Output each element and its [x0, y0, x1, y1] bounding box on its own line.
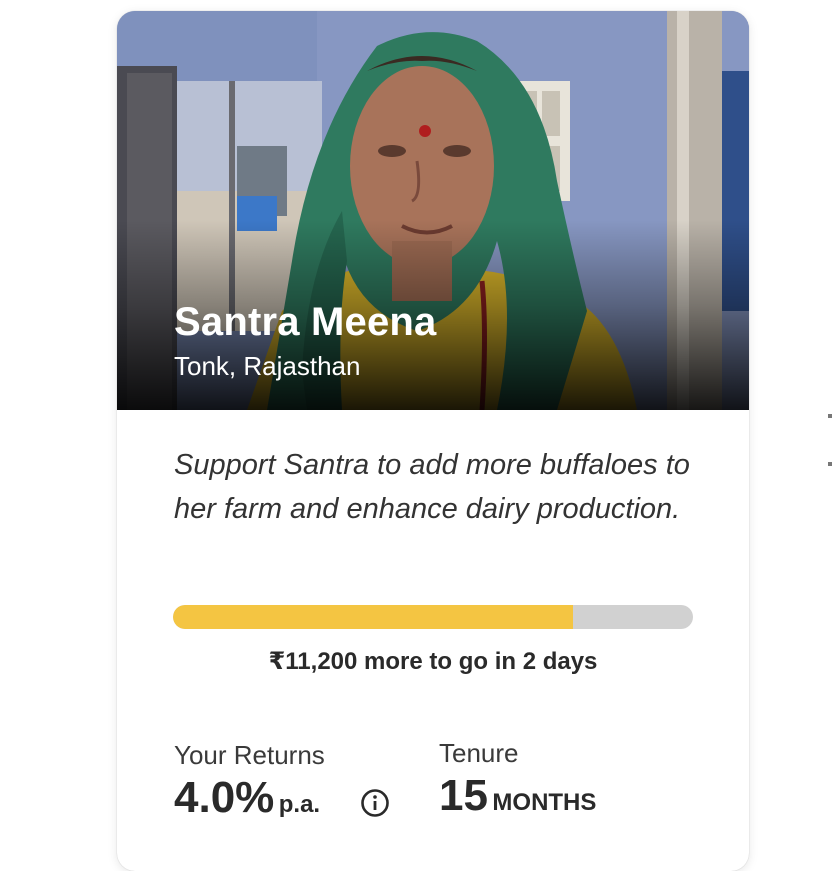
borrower-photo: Santra Meena Tonk, Rajasthan [117, 11, 749, 410]
info-circle-icon[interactable] [360, 788, 390, 818]
tenure-unit: MONTHS [492, 789, 597, 816]
funding-progress-bar [173, 605, 693, 629]
tenure-number: 15 [439, 771, 488, 820]
campaign-description: Support Santra to add more buffaloes to … [174, 449, 690, 525]
borrower-name: Santra Meena [174, 300, 437, 344]
campaign-card[interactable]: Santra Meena Tonk, Rajasthan Support San… [117, 11, 749, 871]
returns-unit: p.a. [278, 791, 321, 818]
remaining-amount-text: ₹11,200 more to go in 2 days [268, 648, 598, 675]
returns-label: Your Returns [174, 740, 325, 770]
borrower-location: Tonk, Rajasthan [174, 351, 361, 381]
offscreen-fragment [828, 414, 832, 418]
returns-percent: 4.0% [174, 773, 275, 822]
funding-progress-fill [173, 605, 574, 629]
tenure-value: 15 MONTHS [439, 771, 596, 831]
returns-value: 4.0% p.a. [174, 773, 320, 833]
tenure-label: Tenure [439, 738, 519, 768]
offscreen-fragment [828, 462, 832, 466]
